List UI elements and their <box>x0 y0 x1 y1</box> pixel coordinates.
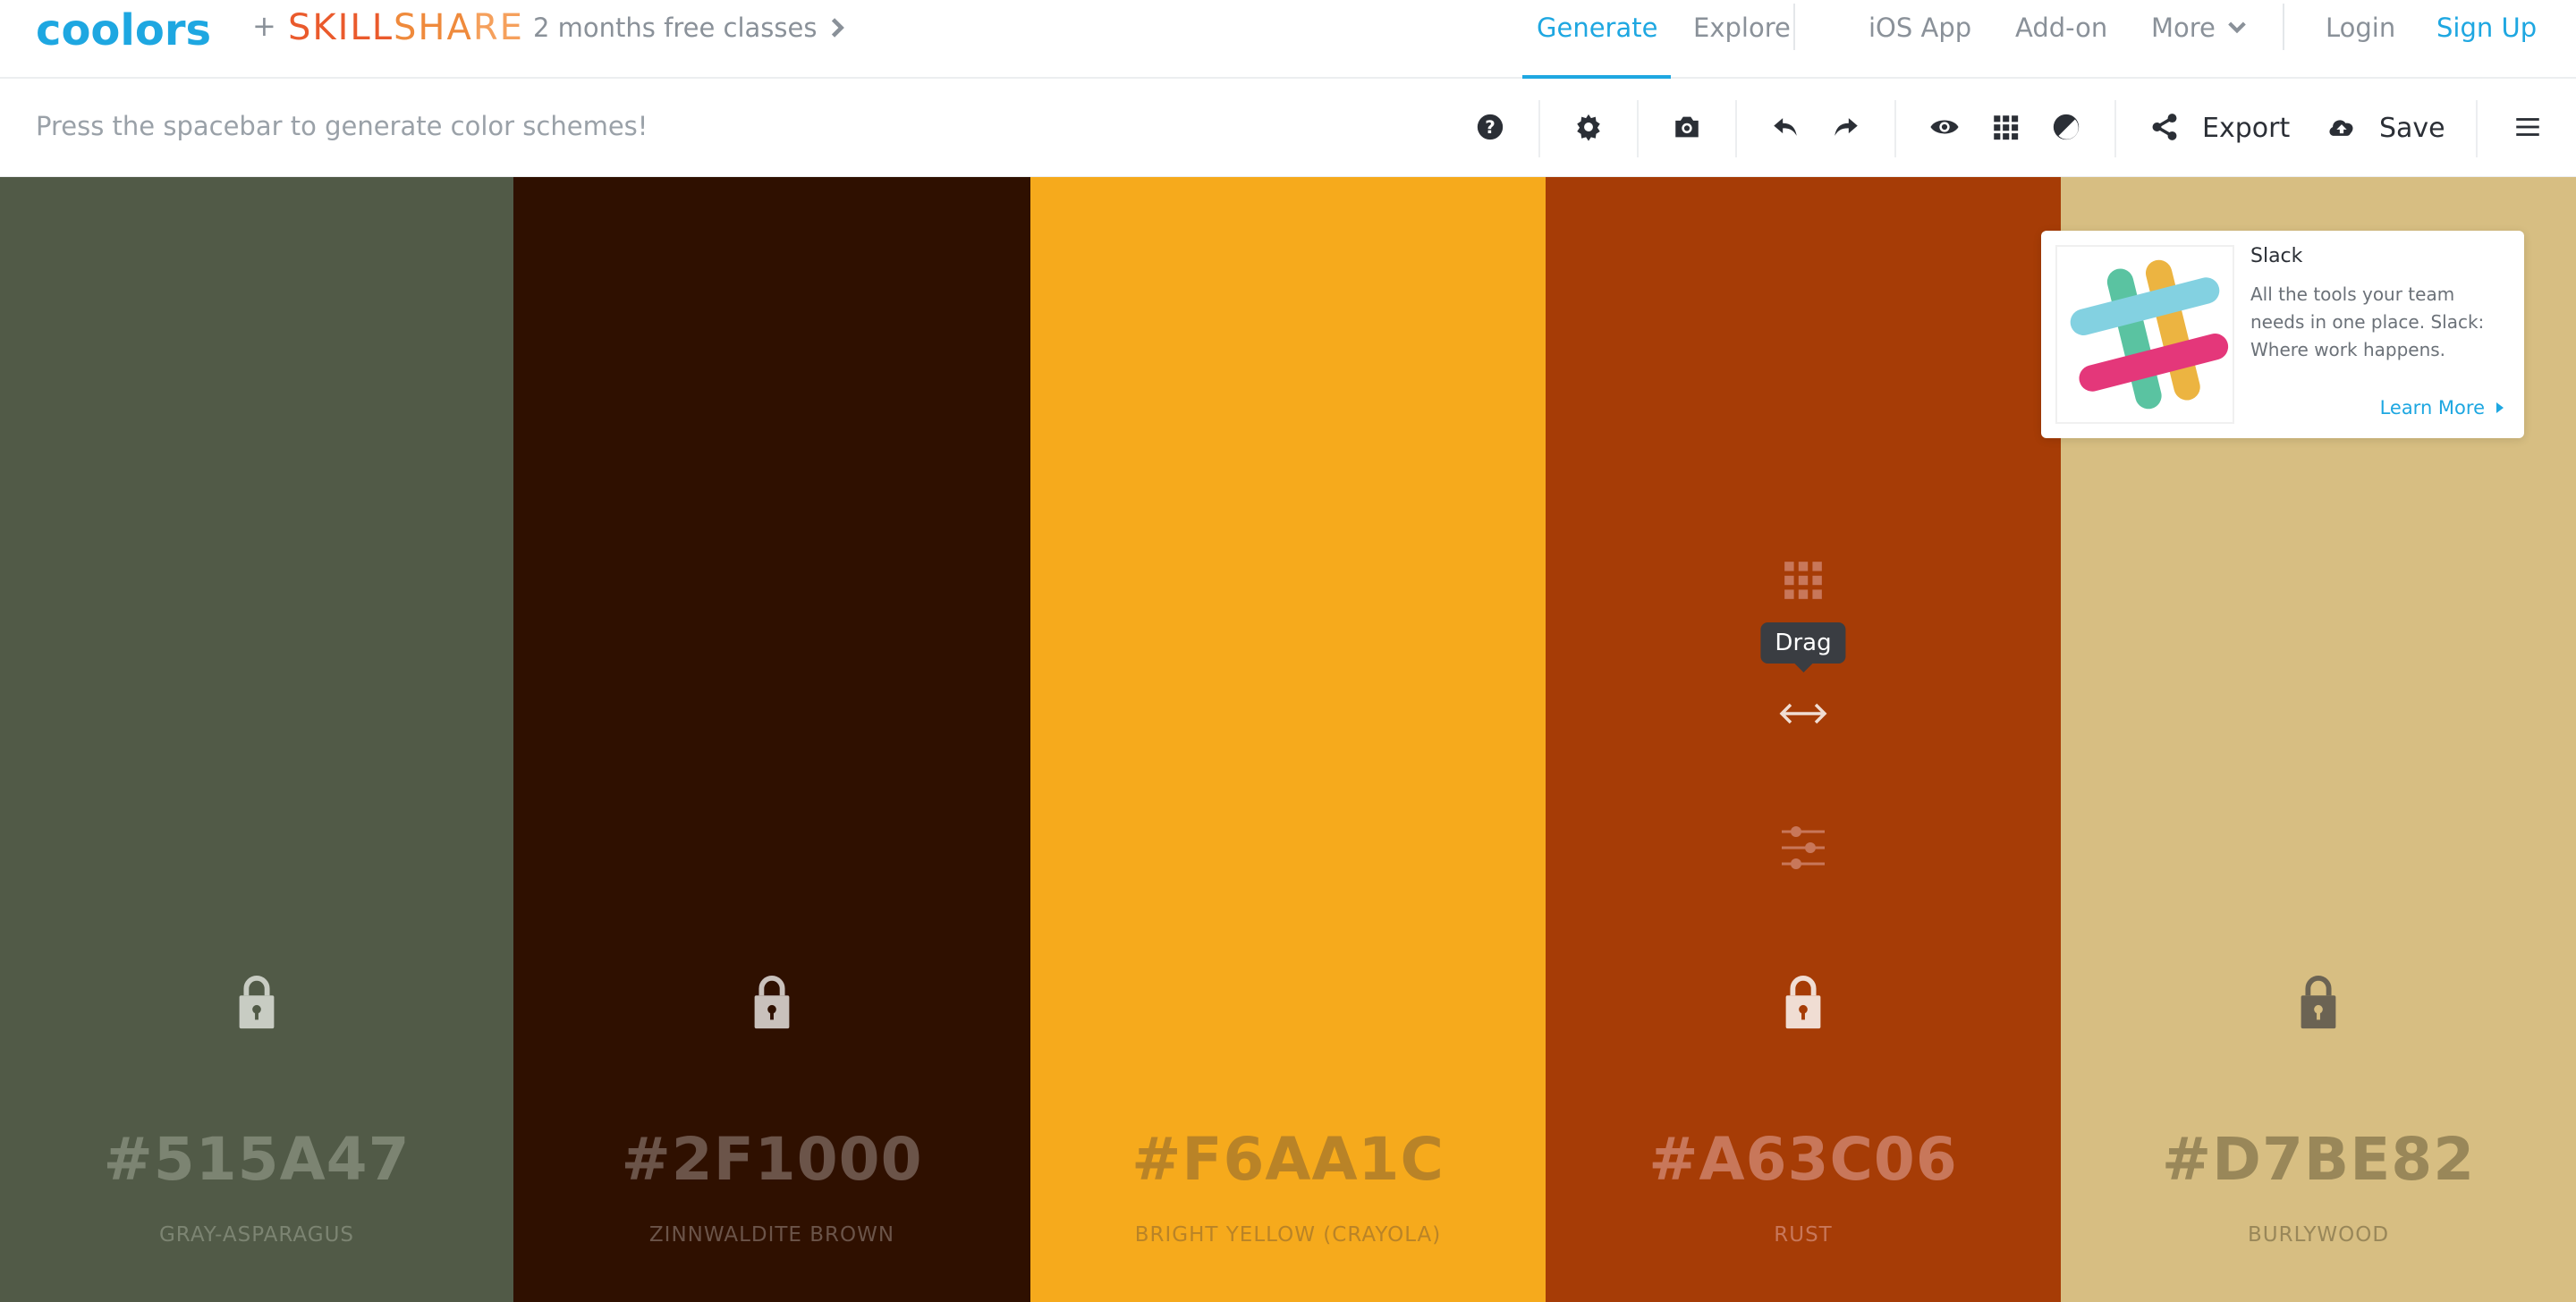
hex-code[interactable]: #F6AA1C <box>1030 1125 1546 1194</box>
promo-label: 2 months free classes <box>533 13 818 43</box>
lock-icon[interactable] <box>1782 975 1825 1030</box>
settings-icon[interactable] <box>1569 107 1608 147</box>
color-column[interactable]: #515A47 GRAY-ASPARAGUS <box>0 177 513 1302</box>
nav-explore[interactable]: Explore <box>1693 13 1791 43</box>
color-name: BRIGHT YELLOW (CRAYOLA) <box>1134 1223 1442 1247</box>
color-column[interactable]: Drag #A63C06 RUST <box>1546 177 2061 1302</box>
learn-more-link[interactable]: Learn More <box>2380 397 2504 418</box>
signup-link[interactable]: Sign Up <box>2436 13 2537 43</box>
contrast-icon[interactable] <box>2046 107 2086 147</box>
skillshare-logo[interactable]: SKILLSHARE <box>288 7 524 48</box>
login-link[interactable]: Login <box>2326 13 2395 43</box>
coolors-logo[interactable]: coolors <box>36 5 242 55</box>
nav-more[interactable]: More <box>2151 13 2246 43</box>
chevron-right-icon <box>832 18 845 38</box>
spacebar-hint: Press the spacebar to generate color sch… <box>36 111 648 141</box>
help-icon[interactable]: ? <box>1470 107 1510 147</box>
top-nav: coolors + SKILLSHARE 2 months free class… <box>0 0 2576 79</box>
hex-code[interactable]: #A63C06 <box>1546 1125 2061 1194</box>
camera-icon[interactable] <box>1667 107 1707 147</box>
caret-right-icon <box>2496 402 2504 413</box>
redo-icon[interactable] <box>1826 107 1866 147</box>
nav-addon[interactable]: Add-on <box>2015 13 2107 43</box>
lock-icon[interactable] <box>750 975 793 1030</box>
svg-text:?: ? <box>1485 117 1496 138</box>
toolbar-divider <box>1538 100 1540 157</box>
drag-tooltip: Drag <box>1760 622 1846 672</box>
chevron-down-icon <box>2228 21 2246 34</box>
nav-ios-app[interactable]: iOS App <box>1868 13 1971 43</box>
lock-icon[interactable] <box>2297 975 2340 1030</box>
nav-more-label: More <box>2151 13 2216 43</box>
share-icon[interactable] <box>2145 107 2184 147</box>
toolbar-divider <box>2476 100 2478 157</box>
learn-more-label: Learn More <box>2379 397 2485 418</box>
move-arrows-icon[interactable] <box>1776 696 1830 731</box>
cloud-upload-icon[interactable] <box>2322 107 2361 147</box>
toolbar-divider <box>1637 100 1639 157</box>
eye-icon[interactable] <box>1925 107 1964 147</box>
nav-generate[interactable]: Generate <box>1537 13 1657 43</box>
export-button[interactable]: Export <box>2202 113 2290 144</box>
svg-text:coolors: coolors <box>36 5 211 55</box>
color-name: RUST <box>1774 1223 1833 1247</box>
toolbar: Press the spacebar to generate color sch… <box>0 80 2576 177</box>
undo-icon[interactable] <box>1766 107 1805 147</box>
toolbar-divider <box>1894 100 1896 157</box>
hex-code[interactable]: #2F1000 <box>513 1125 1030 1194</box>
drag-grid-icon[interactable] <box>1781 558 1826 603</box>
ad-description: All the tools your team needs in one pla… <box>2250 283 2485 360</box>
hex-code[interactable]: #515A47 <box>0 1125 513 1194</box>
color-name: GRAY-ASPARAGUS <box>158 1223 355 1247</box>
promo-link[interactable]: 2 months free classes <box>533 13 847 43</box>
hex-code[interactable]: #D7BE82 <box>2061 1125 2576 1194</box>
adjust-sliders-icon[interactable] <box>1778 823 1828 873</box>
menu-icon[interactable] <box>2508 107 2547 147</box>
toolbar-divider <box>2114 100 2116 157</box>
toolbar-divider <box>1735 100 1737 157</box>
sponsored-ad[interactable]: Slack All the tools your team needs in o… <box>2041 231 2524 438</box>
nav-active-indicator <box>1522 75 1671 79</box>
color-name: ZINNWALDITE BROWN <box>648 1223 895 1247</box>
grid-icon[interactable] <box>1986 107 2025 147</box>
plus-sign: + <box>252 9 276 43</box>
save-button[interactable]: Save <box>2379 113 2445 144</box>
color-column[interactable]: #2F1000 ZINNWALDITE BROWN <box>513 177 1030 1302</box>
nav-divider <box>1793 4 1795 50</box>
color-column[interactable]: #F6AA1C BRIGHT YELLOW (CRAYOLA) <box>1030 177 1546 1302</box>
nav-divider <box>2283 4 2284 50</box>
slack-logo-image[interactable] <box>2055 245 2234 424</box>
color-name: BURLYWOOD <box>2247 1223 2390 1247</box>
ad-title: Slack <box>2250 245 2303 267</box>
lock-icon[interactable] <box>235 975 278 1030</box>
